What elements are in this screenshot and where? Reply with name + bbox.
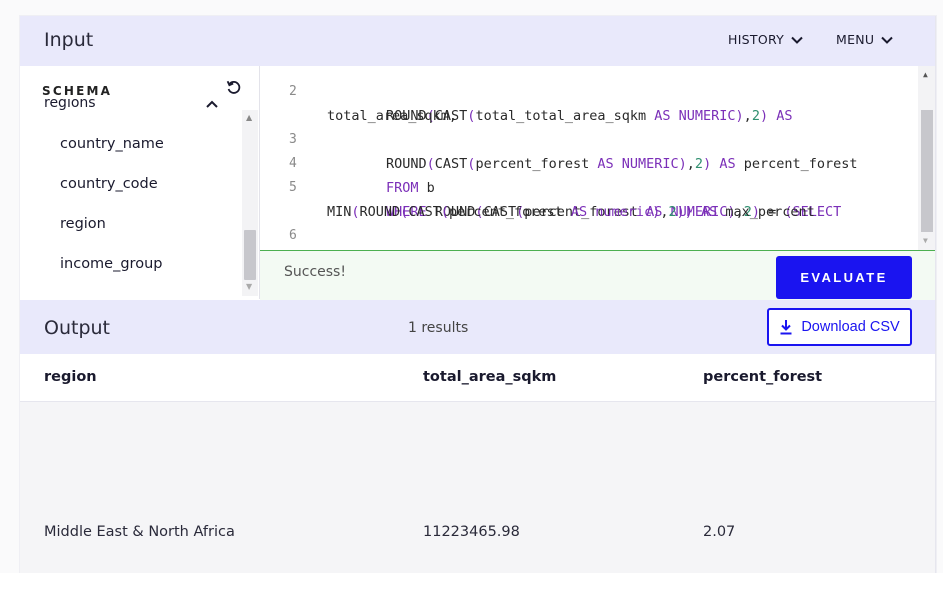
scrollbar-thumb[interactable] xyxy=(244,230,256,280)
schema-column[interactable]: income_group xyxy=(60,256,162,272)
column-header-region[interactable]: region xyxy=(44,369,97,385)
schema-column[interactable]: country_code xyxy=(60,176,158,192)
download-icon xyxy=(780,320,792,335)
input-title: Input xyxy=(44,29,94,51)
code-text: ROUND(CAST(percent_forest AS NUMERIC),2)… xyxy=(386,156,858,172)
input-header: Input HISTORY MENU xyxy=(20,16,935,66)
code-text: total_area_sqkm, xyxy=(327,108,458,124)
code-line: 2 ROUND(CAST(total_total_area_sqkm AS NU… xyxy=(260,66,793,124)
code-text: FROM b xyxy=(386,180,435,196)
column-header-percent-forest[interactable]: percent_forest xyxy=(703,369,822,385)
cell-total-area: 11223465.98 xyxy=(423,524,520,540)
history-label: HISTORY xyxy=(728,32,785,47)
history-button[interactable]: HISTORY xyxy=(728,32,804,47)
chevron-down-icon xyxy=(791,36,803,44)
code-line: MIN(ROUND(CAST(percent_forest AS numeric… xyxy=(260,176,815,220)
menu-button[interactable]: MENU xyxy=(836,32,894,47)
code-editor[interactable]: 2 ROUND(CAST(total_total_area_sqkm AS NU… xyxy=(260,66,935,250)
cell-region: Middle East & North Africa xyxy=(44,524,235,540)
results-count: 1 results xyxy=(408,320,469,336)
scroll-down-icon[interactable]: ▼ xyxy=(923,236,928,245)
column-header-total-area[interactable]: total_area_sqkm xyxy=(423,369,556,385)
code-line: 3 ROUND(CAST(percent_forest AS NUMERIC),… xyxy=(260,104,858,172)
output-title: Output xyxy=(44,317,110,339)
code-line: 7 WHERE year = 2016) AND year=2016; xyxy=(260,224,309,248)
schema-column[interactable]: region xyxy=(60,216,106,232)
code-line: 4 FROM b xyxy=(260,128,435,196)
page-footer-strip xyxy=(0,573,943,594)
chevron-up-icon[interactable] xyxy=(205,98,219,110)
menu-label: MENU xyxy=(836,32,875,47)
code-line: 6 FROM b xyxy=(260,200,309,243)
cell-percent-forest: 2.07 xyxy=(703,524,736,540)
scrollbar-thumb[interactable] xyxy=(921,110,933,232)
code-line: total_area_sqkm, xyxy=(260,80,457,124)
code-line: 5 WHERE ROUND(CAST(percent_forest AS NUM… xyxy=(260,152,841,220)
code-text: MIN(ROUND(CAST(percent_forest AS numeric… xyxy=(327,204,815,220)
table-row: Middle East & North Africa 11223465.98 2… xyxy=(20,402,935,573)
schema-column[interactable]: country_name xyxy=(60,136,164,152)
scroll-up-icon[interactable]: ▲ xyxy=(923,70,928,79)
sql-workspace: Input HISTORY MENU SCHEMA regions countr… xyxy=(20,16,936,573)
download-csv-button[interactable]: Download CSV xyxy=(767,308,912,346)
scroll-down-icon[interactable]: ▼ xyxy=(246,282,252,291)
editor-scrollbar[interactable]: ▲ ▼ xyxy=(918,66,935,250)
schema-table-regions[interactable]: regions xyxy=(44,98,96,112)
refresh-icon[interactable] xyxy=(225,78,243,96)
scroll-up-icon[interactable]: ▲ xyxy=(246,113,252,122)
status-bar: Success! EVALUATE xyxy=(260,250,935,300)
output-header: Output 1 results Download CSV xyxy=(20,300,935,354)
chevron-down-icon xyxy=(881,36,894,44)
schema-scrollbar[interactable]: ▲ ▼ xyxy=(242,110,258,296)
evaluate-button[interactable]: EVALUATE xyxy=(776,256,912,299)
download-label: Download CSV xyxy=(801,319,900,335)
status-message: Success! xyxy=(284,264,346,280)
schema-list: regions country_name country_code region… xyxy=(20,96,242,296)
schema-panel: SCHEMA regions country_name country_code… xyxy=(20,66,260,299)
results-table-header: region total_area_sqkm percent_forest xyxy=(20,354,935,402)
